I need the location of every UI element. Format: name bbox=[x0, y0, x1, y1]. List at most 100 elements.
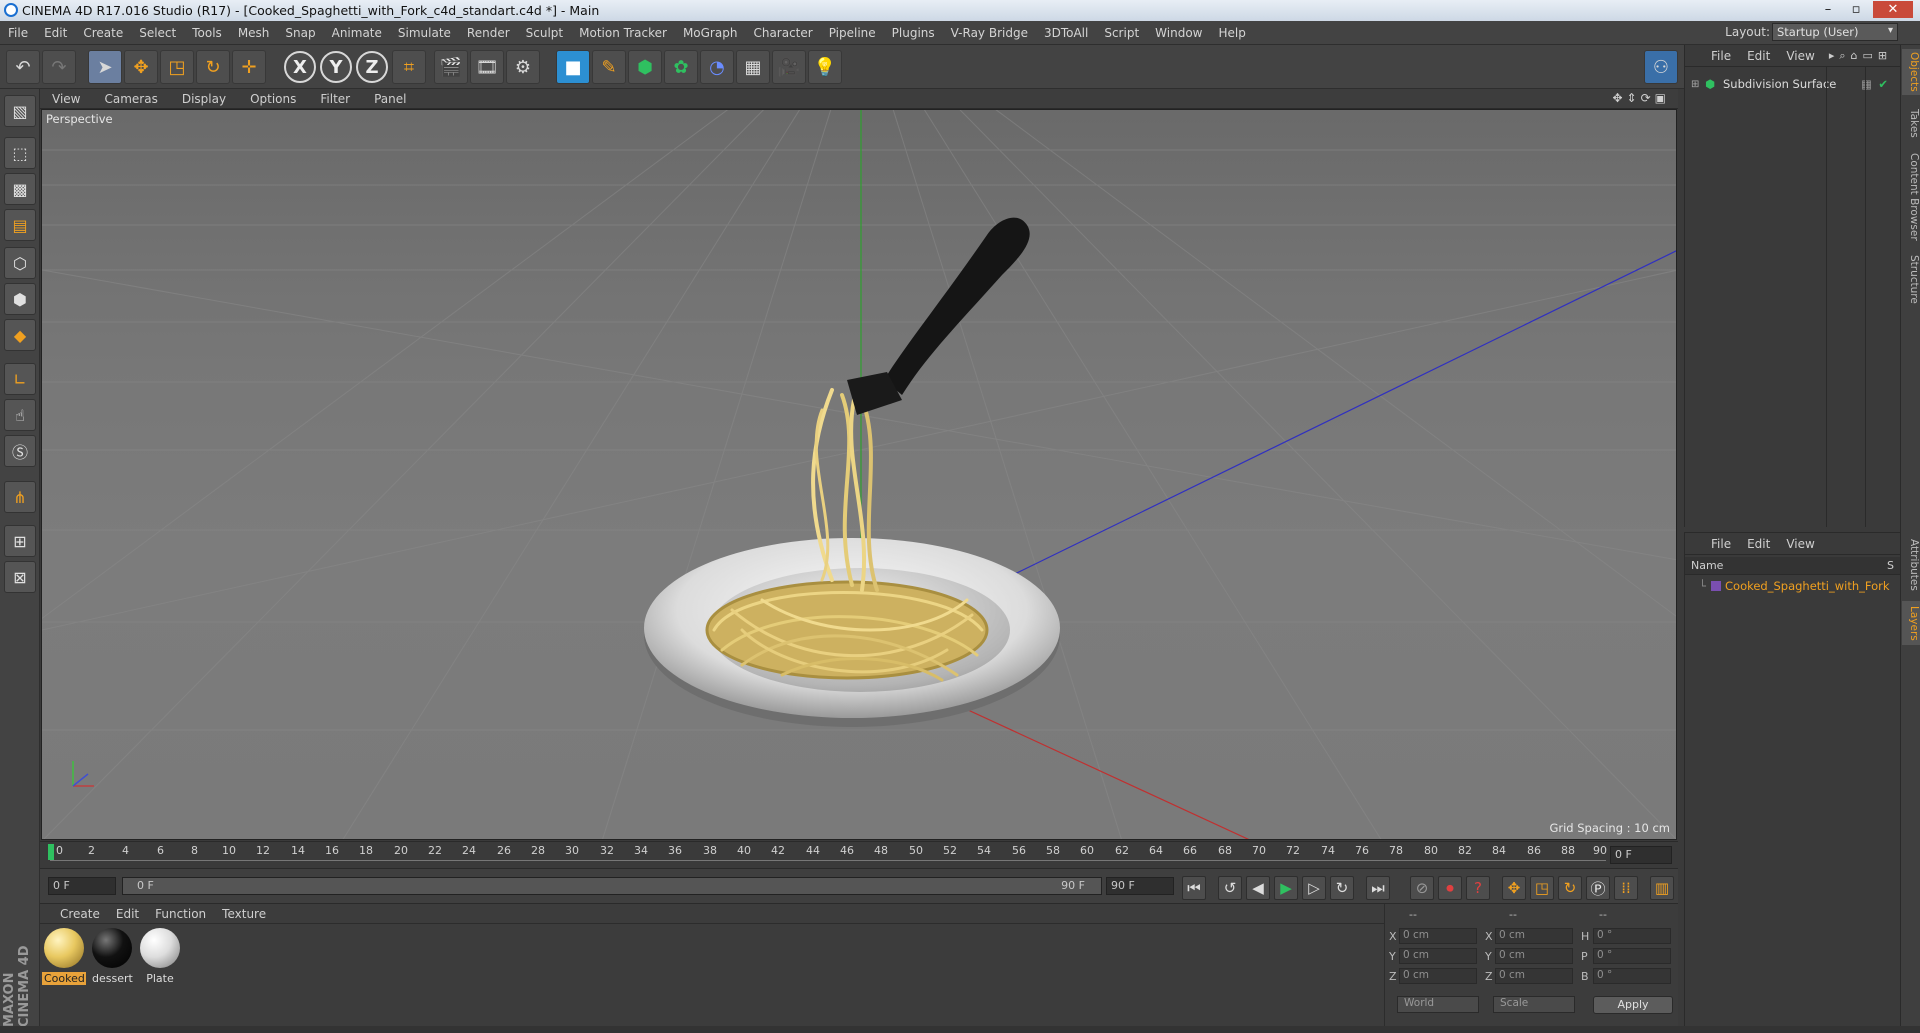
menu-animate[interactable]: Animate bbox=[324, 26, 390, 40]
lock-grid-icon[interactable]: ⊞ bbox=[4, 525, 36, 557]
layer-menu-file[interactable]: File bbox=[1703, 537, 1739, 551]
autokey-icon[interactable]: ? bbox=[1466, 876, 1490, 900]
deformer-icon[interactable]: ◔ bbox=[700, 50, 734, 84]
menu-window[interactable]: Window bbox=[1147, 26, 1210, 40]
position-z-field[interactable]: 0 cm bbox=[1399, 968, 1477, 984]
perspective-viewport[interactable]: Perspective Grid Spacing : 10 cm bbox=[41, 109, 1677, 840]
axis-z-button[interactable]: Z bbox=[356, 51, 388, 83]
object-menu-file[interactable]: File bbox=[1703, 49, 1739, 63]
menu-create[interactable]: Create bbox=[75, 26, 131, 40]
minimize-icon[interactable]: – bbox=[1815, 1, 1841, 18]
render-settings-icon[interactable]: ⚙ bbox=[506, 50, 540, 84]
material-swatch-dessert[interactable]: dessert bbox=[90, 928, 134, 988]
record-disabled-icon[interactable]: ⊘ bbox=[1410, 876, 1434, 900]
next-key-icon[interactable]: ↻ bbox=[1330, 876, 1354, 900]
menu-pipeline[interactable]: Pipeline bbox=[821, 26, 884, 40]
menu-vray-bridge[interactable]: V-Ray Bridge bbox=[943, 26, 1036, 40]
key-rotation-icon[interactable]: ↻ bbox=[1558, 876, 1582, 900]
position-x-field[interactable]: 0 cm bbox=[1399, 928, 1477, 944]
polygons-mode-icon[interactable]: ◆ bbox=[4, 319, 36, 351]
viewport-menu-display[interactable]: Display bbox=[170, 92, 238, 106]
magnet-icon[interactable]: ⋔ bbox=[4, 481, 36, 513]
menu-render[interactable]: Render bbox=[459, 26, 518, 40]
select-arrow-icon[interactable]: ➤ bbox=[88, 50, 122, 84]
viewport-menu-filter[interactable]: Filter bbox=[308, 92, 362, 106]
workplane-icon[interactable]: ▤ bbox=[4, 209, 36, 241]
menu-mesh[interactable]: Mesh bbox=[230, 26, 278, 40]
rotation-h-field[interactable]: 0 ° bbox=[1593, 928, 1671, 944]
key-parameter-icon[interactable]: Ⓟ bbox=[1586, 876, 1610, 900]
record-active-icon[interactable]: ⏺ bbox=[1438, 876, 1462, 900]
axis-y-button[interactable]: Y bbox=[320, 51, 352, 83]
live-selection-icon[interactable]: ✛ bbox=[232, 50, 266, 84]
make-editable-icon[interactable]: ▧ bbox=[4, 95, 36, 127]
apply-button[interactable]: Apply bbox=[1593, 996, 1673, 1014]
edges-mode-icon[interactable]: ⬢ bbox=[4, 283, 36, 315]
menu-mograph[interactable]: MoGraph bbox=[675, 26, 746, 40]
scale-icon[interactable]: ◳ bbox=[160, 50, 194, 84]
size-z-field[interactable]: 0 cm bbox=[1495, 968, 1573, 984]
menu-edit[interactable]: Edit bbox=[36, 26, 75, 40]
size-mode-select[interactable]: Scale bbox=[1493, 996, 1575, 1013]
points-mode-icon[interactable]: ⬡ bbox=[4, 247, 36, 279]
python-icon[interactable]: ⚇ bbox=[1644, 50, 1678, 84]
object-menu-view[interactable]: View bbox=[1778, 49, 1822, 63]
material-menu-function[interactable]: Function bbox=[147, 907, 214, 921]
tab-content-browser[interactable]: Content Browser bbox=[1902, 149, 1920, 245]
rotation-b-field[interactable]: 0 ° bbox=[1593, 968, 1671, 984]
mograph-cloner-icon[interactable]: ✿ bbox=[664, 50, 698, 84]
axis-mode-icon[interactable]: ∟ bbox=[4, 363, 36, 395]
object-manager-tool-icons[interactable]: ▸⌕⌂▭⊞ bbox=[1829, 49, 1892, 63]
visibility-toggle-icon[interactable]: ▦ bbox=[1861, 77, 1872, 91]
menu-file[interactable]: File bbox=[0, 26, 36, 40]
enabled-check-icon[interactable]: ✔ bbox=[1878, 77, 1888, 91]
coordinate-system-icon[interactable]: ⌗ bbox=[392, 50, 426, 84]
timeline-window-icon[interactable]: ▥ bbox=[1650, 876, 1674, 900]
layer-row[interactable]: └ Cooked_Spaghetti_with_Fork bbox=[1685, 577, 1900, 595]
tab-takes[interactable]: Takes bbox=[1902, 103, 1920, 143]
material-menu-texture[interactable]: Texture bbox=[214, 907, 274, 921]
expand-icon[interactable]: ⊞ bbox=[1691, 79, 1705, 90]
pen-spline-icon[interactable]: ✎ bbox=[592, 50, 626, 84]
menu-tools[interactable]: Tools bbox=[184, 26, 230, 40]
object-row-subdivision-surface[interactable]: ⊞ ⬢ Subdivision Surface ▦ ✔ bbox=[1685, 75, 1900, 93]
rotation-p-field[interactable]: 0 ° bbox=[1593, 948, 1671, 964]
layer-color-swatch[interactable] bbox=[1711, 581, 1721, 591]
previous-key-icon[interactable]: ↺ bbox=[1218, 876, 1242, 900]
tab-objects[interactable]: Objects bbox=[1902, 49, 1920, 95]
layer-menu-edit[interactable]: Edit bbox=[1739, 537, 1778, 551]
material-swatch-cooked[interactable]: Cooked bbox=[42, 928, 86, 988]
axis-x-button[interactable]: X bbox=[284, 51, 316, 83]
size-x-field[interactable]: 0 cm bbox=[1495, 928, 1573, 944]
material-swatch-plate[interactable]: Plate bbox=[138, 928, 182, 988]
layer-menu-view[interactable]: View bbox=[1778, 537, 1822, 551]
maximize-icon[interactable]: ▫ bbox=[1843, 1, 1869, 18]
material-menu-edit[interactable]: Edit bbox=[108, 907, 147, 921]
undo-icon[interactable]: ↶ bbox=[6, 50, 40, 84]
object-menu-edit[interactable]: Edit bbox=[1739, 49, 1778, 63]
menu-motion-tracker[interactable]: Motion Tracker bbox=[571, 26, 675, 40]
playhead[interactable] bbox=[48, 844, 54, 860]
key-pla-icon[interactable]: ⁞⁞ bbox=[1614, 876, 1638, 900]
viewport-menu-view[interactable]: View bbox=[40, 92, 92, 106]
timeline-ruler[interactable]: 0 2 4 6 8 10 12 14 16 18 20 22 24 26 28 … bbox=[40, 841, 1678, 868]
tab-layers[interactable]: Layers bbox=[1902, 601, 1920, 645]
key-position-icon[interactable]: ✥ bbox=[1502, 876, 1526, 900]
tab-structure[interactable]: Structure bbox=[1902, 251, 1920, 307]
menu-simulate[interactable]: Simulate bbox=[390, 26, 459, 40]
menu-3dtoall[interactable]: 3DToAll bbox=[1036, 26, 1096, 40]
current-frame-field[interactable]: 0 F bbox=[1610, 846, 1672, 864]
snap-icon[interactable]: Ⓢ bbox=[4, 435, 36, 467]
size-y-field[interactable]: 0 cm bbox=[1495, 948, 1573, 964]
workplane-lock-icon[interactable]: ⊠ bbox=[4, 561, 36, 593]
go-to-end-icon[interactable]: ⏭ bbox=[1366, 876, 1390, 900]
cube-icon[interactable]: ■ bbox=[556, 50, 590, 84]
tweak-mode-icon[interactable]: ☝ bbox=[4, 399, 36, 431]
coordinate-mode-select[interactable]: World bbox=[1397, 996, 1479, 1013]
previous-frame-icon[interactable]: ◀ bbox=[1246, 876, 1270, 900]
move-icon[interactable]: ✥ bbox=[124, 50, 158, 84]
light-icon[interactable]: 💡 bbox=[808, 50, 842, 84]
key-scale-icon[interactable]: ◳ bbox=[1530, 876, 1554, 900]
menu-snap[interactable]: Snap bbox=[277, 26, 323, 40]
render-picture-viewer-icon[interactable]: 🎞 bbox=[470, 50, 504, 84]
